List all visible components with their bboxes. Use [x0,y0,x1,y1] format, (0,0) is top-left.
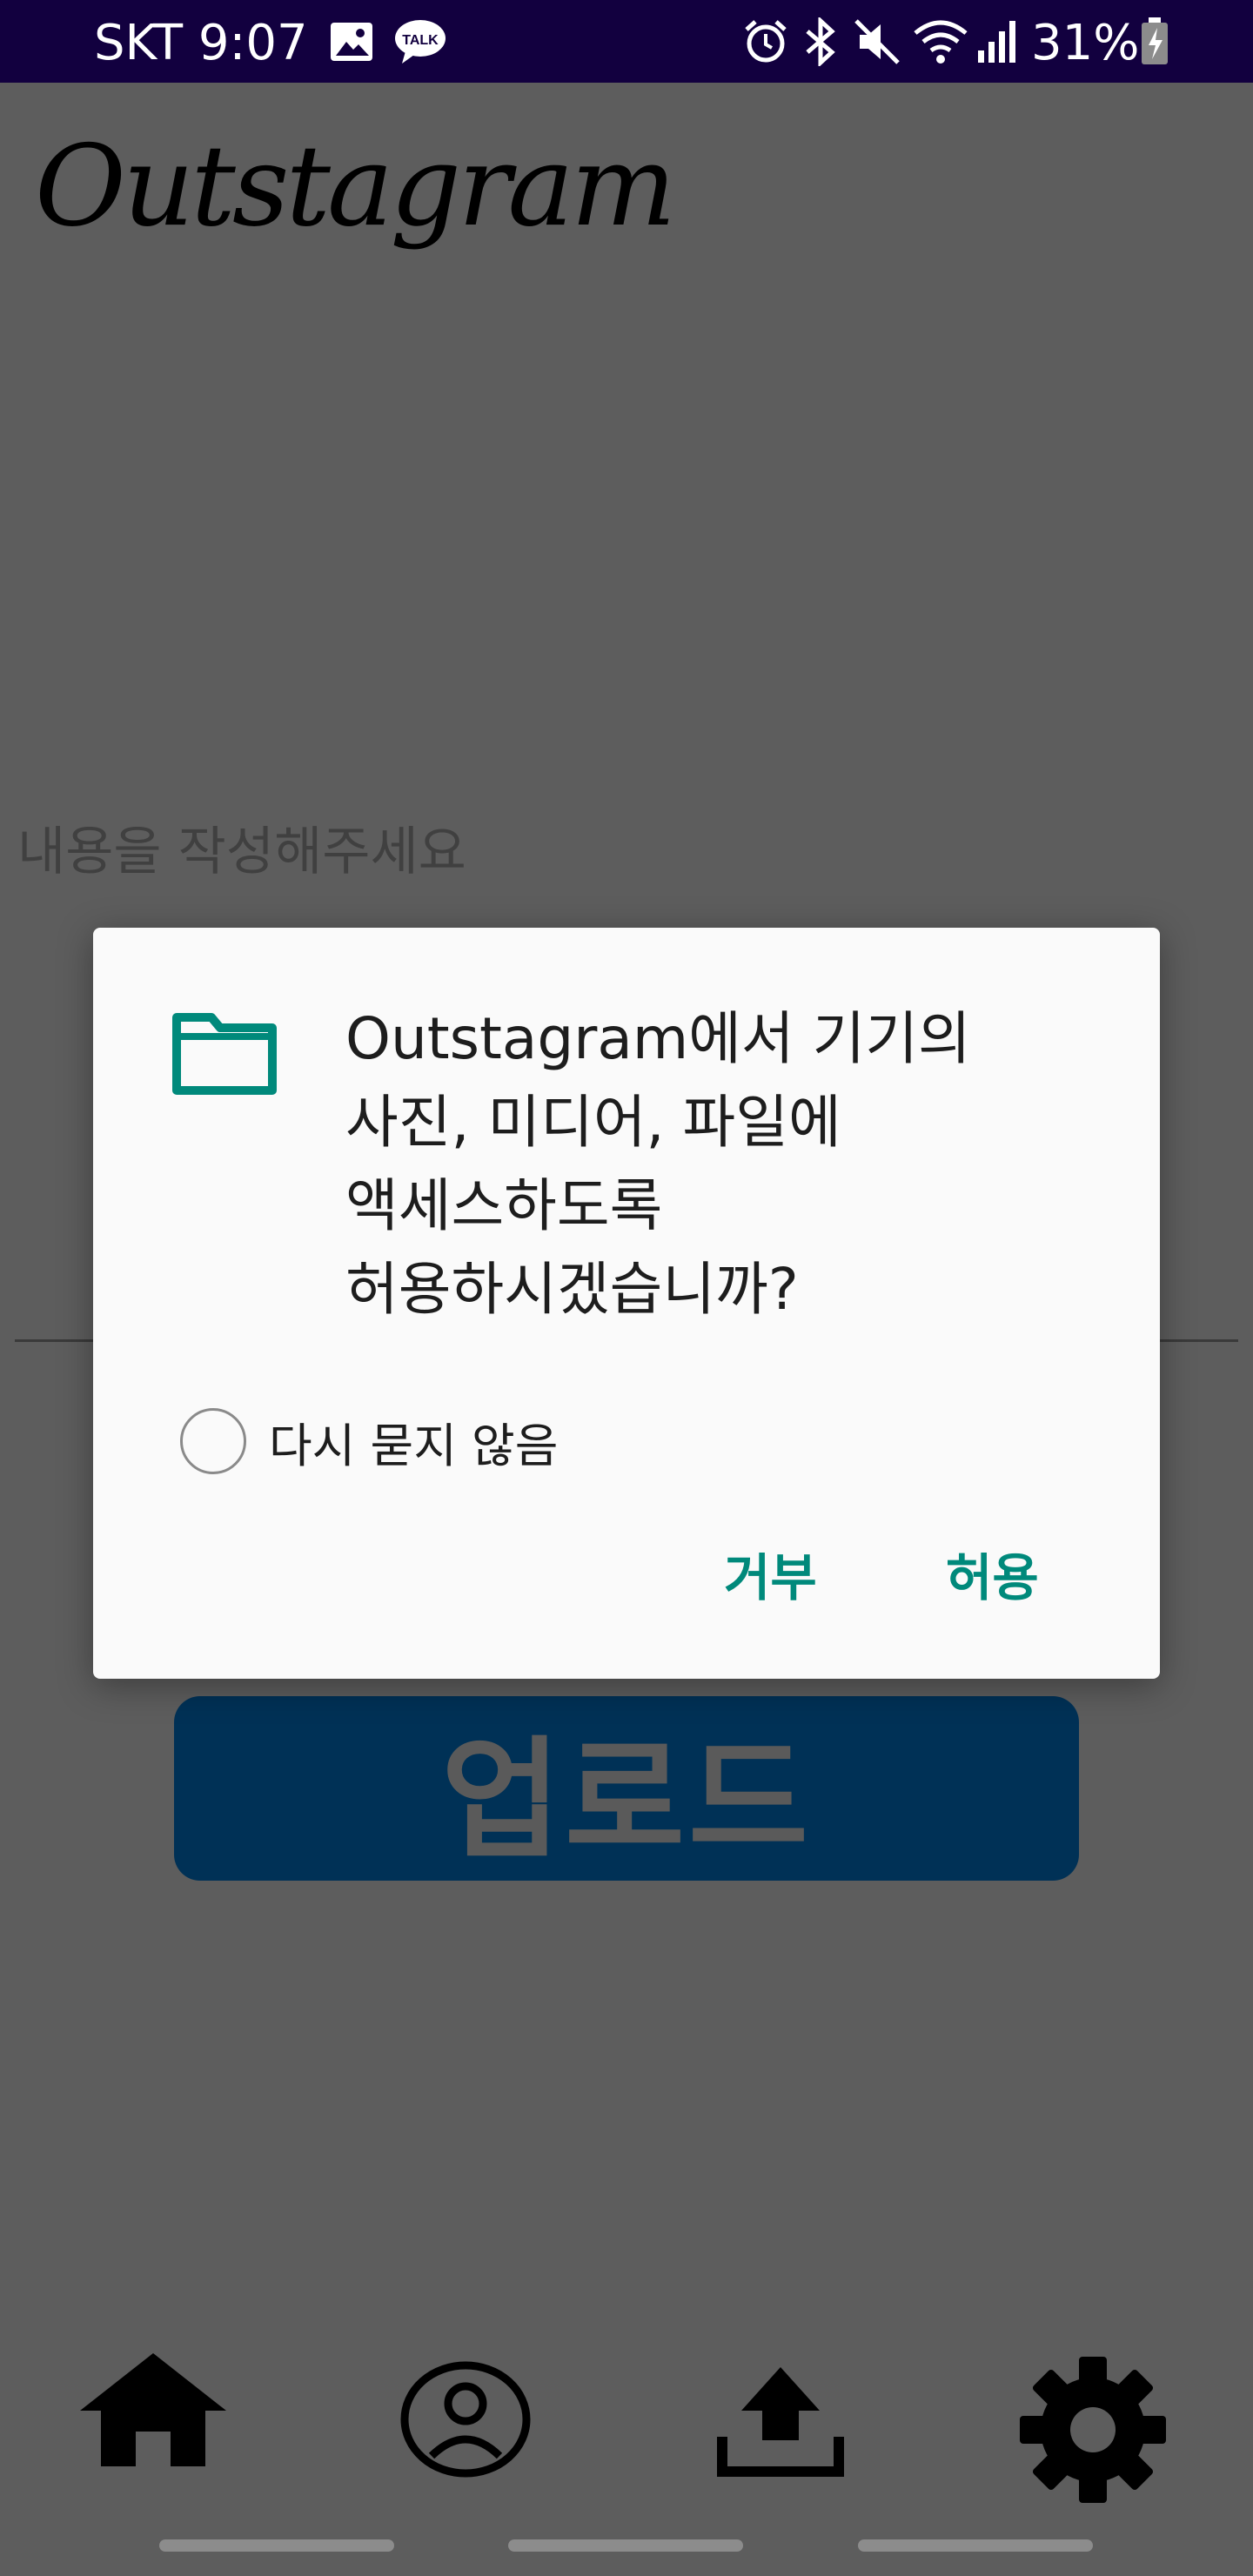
permission-message: Outstagram에서 기기의 사진, 미디어, 파일에 액세스하도록 허용하… [345,997,1111,1332]
talk-icon: TALK [393,17,447,66]
image-icon [329,17,374,66]
bottom-navigation [0,2350,1253,2503]
upload-button[interactable]: 업로드 [174,1696,1079,1881]
app-logo: Outstagram [35,122,676,252]
status-carrier-time: SKT 9:07 [94,15,308,71]
allow-button[interactable]: 허용 [946,1537,1039,1610]
signal-icon [976,17,1020,66]
dont-ask-again-radio[interactable] [180,1408,246,1474]
gesture-bar-center [508,2539,743,2552]
folder-icon [171,1010,278,1099]
permission-message-line: 액세스하도록 [345,1172,663,1239]
permission-dialog: Outstagram에서 기기의 사진, 미디어, 파일에 액세스하도록 허용하… [93,928,1160,1679]
home-icon[interactable] [77,2350,230,2472]
upload-icon[interactable] [715,2350,846,2484]
mute-icon [853,17,901,66]
status-bar: SKT 9:07 TALK 31% [0,0,1253,83]
dont-ask-again-label: 다시 묻지 않음 [269,1418,559,1473]
bluetooth-icon [799,17,842,66]
dont-ask-again-option[interactable]: 다시 묻지 않음 [180,1405,558,1478]
svg-text:TALK: TALK [402,33,439,48]
battery-icon [1140,17,1169,66]
gesture-bar-right [858,2539,1093,2552]
alarm-icon [741,17,790,66]
upload-button-label: 업로드 [440,1724,812,1876]
battery-percent: 31% [1031,15,1140,71]
gesture-bar-left [159,2539,394,2552]
permission-message-line: Outstagram에서 기기의 [345,1005,971,1072]
profile-icon[interactable] [400,2350,531,2484]
deny-button[interactable]: 거부 [724,1537,817,1610]
wifi-icon [912,17,969,66]
permission-message-line: 사진, 미디어, 파일에 [345,1089,841,1156]
settings-icon[interactable] [1013,2350,1173,2513]
permission-message-line: 허용하시겠습니까? [345,1256,799,1323]
content-input-placeholder[interactable]: 내용을 작성해주세요 [17,809,466,885]
